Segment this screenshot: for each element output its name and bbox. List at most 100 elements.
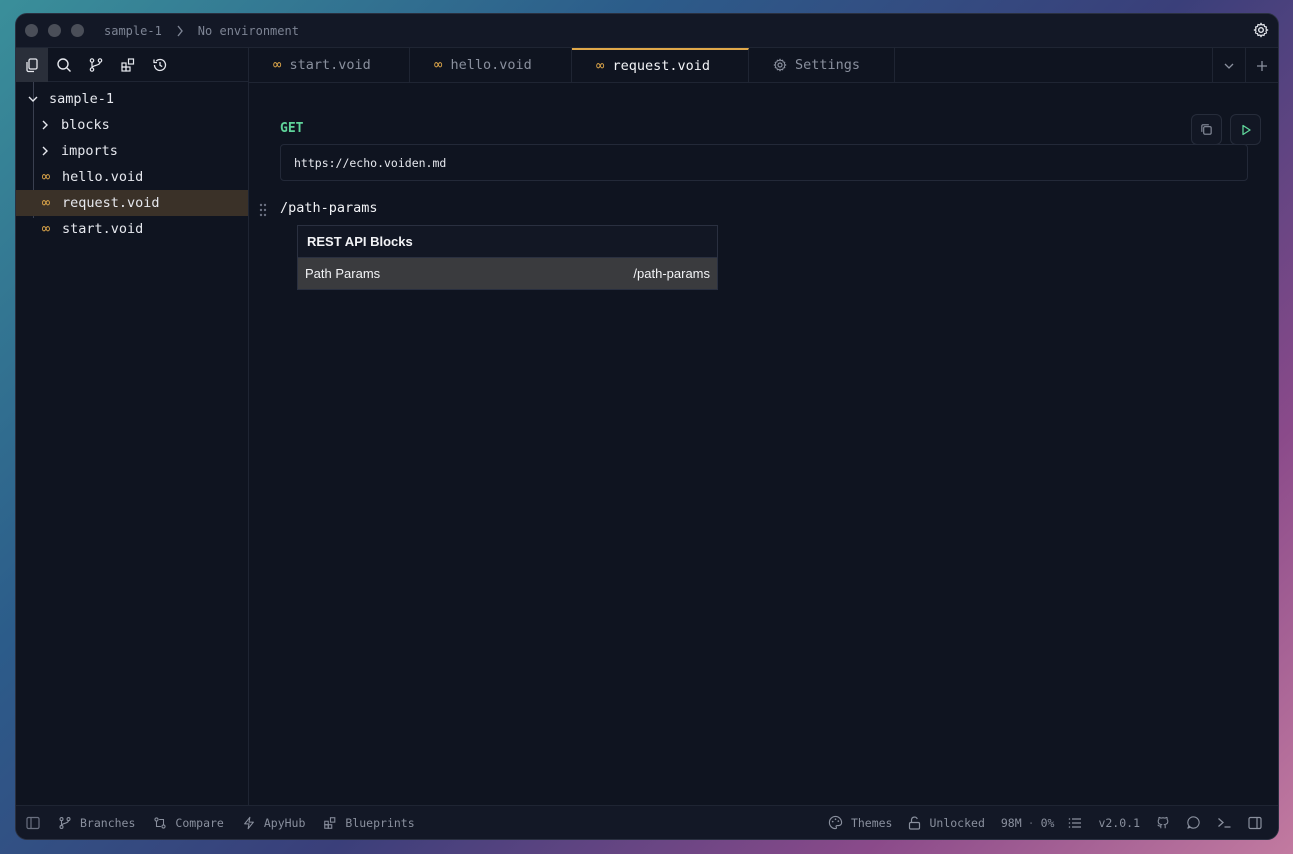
minimize-window-button[interactable] — [48, 24, 61, 37]
themes-button[interactable]: Themes — [828, 815, 893, 830]
tree-folder-blocks[interactable]: blocks — [16, 112, 248, 138]
tab-request-void[interactable]: ∞ request.void — [572, 48, 749, 82]
lock-toggle[interactable]: Unlocked — [908, 815, 985, 830]
popup-item-path-params[interactable]: Path Params /path-params — [298, 258, 717, 289]
tree-item-label: imports — [61, 143, 118, 159]
tree-item-label: request.void — [62, 195, 160, 211]
tab-label: Settings — [795, 57, 861, 73]
unlock-icon — [909, 816, 921, 830]
chevron-right-icon — [38, 146, 52, 156]
chevron-down-icon — [26, 95, 40, 103]
files-icon[interactable] — [16, 47, 48, 82]
tab-label: hello.void — [450, 57, 532, 73]
terminal-icon[interactable] — [1217, 816, 1232, 829]
status-bar-left: Branches Compare ApyHub Blueprints — [26, 816, 415, 830]
sidebar: sample-1 blocks imports ∞ hello.void ∞ r… — [16, 47, 249, 805]
infinity-icon: ∞ — [434, 57, 443, 73]
apyhub-label: ApyHub — [263, 815, 306, 830]
infinity-icon: ∞ — [41, 195, 51, 211]
url-input[interactable]: https://echo.voiden.md — [280, 144, 1248, 181]
tree-item-label: start.void — [62, 221, 144, 237]
history-icon[interactable] — [144, 48, 176, 82]
infinity-icon: ∞ — [273, 57, 282, 73]
tab-label: request.void — [612, 58, 710, 74]
editor[interactable]: GET https://echo.voiden.md /path-params … — [249, 83, 1278, 805]
resource-usage: 98M · 0% — [1001, 816, 1055, 830]
tab-controls — [1212, 48, 1278, 83]
environment-selector[interactable]: No environment — [198, 24, 299, 38]
compare-icon — [154, 816, 166, 829]
tree-folder-imports[interactable]: imports — [16, 138, 248, 164]
tree-root-label: sample-1 — [49, 91, 115, 107]
infinity-icon: ∞ — [596, 58, 605, 74]
popup-item-shortcut: /path-params — [633, 266, 710, 281]
gear-icon — [773, 58, 787, 72]
tree-item-label: hello.void — [62, 169, 144, 185]
breadcrumb: sample-1 No environment — [104, 24, 299, 38]
blueprints-label: Blueprints — [345, 815, 415, 830]
git-branch-icon[interactable] — [80, 48, 112, 82]
title-bar: sample-1 No environment — [16, 14, 1278, 48]
blocks-icon[interactable] — [112, 48, 144, 82]
infinity-icon: ∞ — [41, 169, 51, 185]
http-method[interactable]: GET — [280, 121, 303, 136]
main-area: ∞ start.void ∞ hello.void ∞ request.void… — [249, 48, 1278, 805]
tree-file-start[interactable]: ∞ start.void — [16, 216, 248, 242]
app-window: sample-1 No environment sample-1 blocks … — [15, 13, 1279, 840]
search-icon[interactable] — [48, 48, 80, 82]
window-controls — [25, 24, 84, 37]
popup-heading: REST API Blocks — [298, 226, 717, 258]
branches-label: Branches — [80, 815, 136, 830]
apyhub-button[interactable]: ApyHub — [242, 815, 306, 830]
git-branch-icon — [59, 816, 71, 829]
chat-icon[interactable] — [1186, 815, 1201, 830]
url-value: https://echo.voiden.md — [294, 155, 447, 170]
tab-hello-void[interactable]: ∞ hello.void — [410, 48, 572, 82]
chevron-right-icon — [176, 25, 184, 37]
tree-file-hello[interactable]: ∞ hello.void — [16, 164, 248, 190]
tab-start-void[interactable]: ∞ start.void — [249, 48, 410, 82]
status-bar-right: Themes Unlocked 98M · 0% v2.0.1 — [828, 806, 1278, 840]
chevron-down-icon[interactable] — [1212, 48, 1245, 83]
list-icon[interactable] — [1068, 817, 1082, 829]
palette-icon — [828, 815, 843, 830]
tree-item-label: blocks — [61, 117, 110, 133]
tab-bar: ∞ start.void ∞ hello.void ∞ request.void… — [249, 48, 1278, 83]
breadcrumb-project[interactable]: sample-1 — [104, 24, 162, 38]
blueprints-button[interactable]: Blueprints — [323, 815, 415, 830]
file-tree: sample-1 blocks imports ∞ hello.void ∞ r… — [16, 82, 248, 242]
lock-label: Unlocked — [929, 815, 985, 830]
popup-item-label: Path Params — [305, 266, 381, 281]
maximize-window-button[interactable] — [71, 24, 84, 37]
infinity-icon: ∞ — [41, 221, 51, 237]
compare-button[interactable]: Compare — [153, 815, 224, 830]
tree-root[interactable]: sample-1 — [16, 86, 248, 112]
version-label[interactable]: v2.0.1 — [1098, 816, 1140, 830]
play-icon[interactable] — [1230, 114, 1261, 145]
tab-label: start.void — [289, 57, 371, 73]
sidebar-toggle-icon[interactable] — [26, 816, 40, 830]
memory-usage: 98M — [1000, 815, 1022, 830]
separator-dot: · — [1027, 815, 1035, 830]
chevron-right-icon — [38, 120, 52, 130]
plus-icon[interactable] — [1245, 48, 1278, 83]
tree-file-request[interactable]: ∞ request.void — [16, 190, 248, 216]
sidebar-toolbar — [16, 47, 248, 82]
compare-label: Compare — [175, 815, 224, 830]
lightning-icon — [243, 816, 254, 829]
tab-settings[interactable]: Settings — [749, 48, 895, 82]
blocks-icon — [324, 816, 336, 829]
copy-icon[interactable] — [1191, 114, 1222, 145]
close-window-button[interactable] — [25, 24, 38, 37]
drag-handle-icon[interactable] — [259, 203, 267, 217]
panel-toggle-icon[interactable] — [1248, 816, 1262, 830]
github-icon[interactable] — [1156, 816, 1170, 830]
themes-label: Themes — [850, 815, 893, 830]
gear-icon[interactable] — [1253, 22, 1269, 38]
command-popup: REST API Blocks Path Params /path-params — [297, 225, 718, 290]
branches-button[interactable]: Branches — [58, 816, 135, 830]
slash-command-text[interactable]: /path-params — [280, 200, 378, 216]
cpu-usage: 0% — [1040, 815, 1055, 830]
request-actions — [1191, 114, 1261, 145]
status-bar: Branches Compare ApyHub Blueprints Theme… — [16, 805, 1278, 839]
